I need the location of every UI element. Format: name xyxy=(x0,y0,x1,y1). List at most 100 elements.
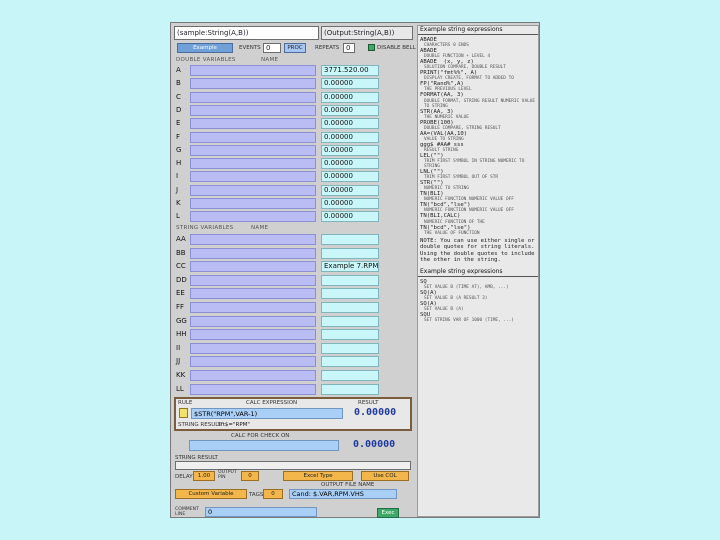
second-calc-label: CALC FOR CHECK ON xyxy=(231,433,290,439)
output-label: OUTPUT PIN xyxy=(218,470,237,480)
tags-label: TAGS xyxy=(249,492,264,498)
exec-button[interactable]: Exec xyxy=(377,508,399,518)
double-row-letter: I xyxy=(176,172,179,181)
double-row-name-field[interactable] xyxy=(190,78,316,90)
tags-field[interactable]: 0 xyxy=(263,489,283,499)
string-row-name-field[interactable] xyxy=(190,370,316,381)
mode2-select[interactable]: Use COL xyxy=(361,471,409,481)
double-row-letter: C xyxy=(176,92,181,101)
double-row-value-field[interactable]: 0.00000 xyxy=(321,158,379,170)
string-row-value-field[interactable] xyxy=(321,288,379,300)
double-row-value-field[interactable]: 0.00000 xyxy=(321,118,379,130)
comment-field[interactable]: 0 xyxy=(205,507,317,517)
string-row-value-field[interactable] xyxy=(321,342,379,354)
string-row-name-field[interactable] xyxy=(190,288,316,300)
string-row-name-field[interactable] xyxy=(190,274,316,286)
string-row-name-field[interactable] xyxy=(190,261,316,273)
string-row-letter: BB xyxy=(176,248,186,257)
result-label: RESULT xyxy=(358,400,379,406)
string-row-value-field[interactable] xyxy=(321,234,379,245)
string-row-name-field[interactable] xyxy=(190,234,316,245)
double-row-letter: H xyxy=(176,159,182,168)
string-row-letter: LL xyxy=(176,384,184,393)
string-row-value-field[interactable]: Example 7.RPM xyxy=(321,261,379,273)
double-row-value-field[interactable]: 0.00000 xyxy=(321,91,379,103)
double-row-value-field[interactable]: 0.00000 xyxy=(321,198,379,209)
double-row-name-field[interactable] xyxy=(190,144,316,156)
double-section-header: DOUBLE VARIABLES xyxy=(176,57,236,63)
string-row-letter: FF xyxy=(176,303,185,311)
string-row-value-field[interactable] xyxy=(321,247,379,259)
help-description: THE VALUE OF FUNCTION xyxy=(424,230,480,236)
output-file-field[interactable]: Cand: $.VAR,RPM.VHS xyxy=(289,489,397,499)
double-row-value-field[interactable]: 3771.520.00 xyxy=(321,65,379,76)
string-row-name-field[interactable] xyxy=(190,383,316,395)
rule-checkbox[interactable] xyxy=(179,408,188,418)
rule-label: RULE xyxy=(178,400,193,406)
string-section-header: STRING VARIABLES xyxy=(176,225,234,231)
double-row-name-field[interactable] xyxy=(190,158,316,170)
string-row-name-field[interactable] xyxy=(190,356,316,368)
driver-select[interactable]: Custom Variable xyxy=(175,489,247,499)
disable-checkbox[interactable] xyxy=(368,44,375,51)
help-panel: Example string expressions ABADE CHARACTE… xyxy=(417,25,539,517)
double-row-value-field[interactable]: 0.00000 xyxy=(321,184,379,196)
help-header: Example string expressions xyxy=(418,26,538,35)
string-row-name-field[interactable] xyxy=(190,342,316,354)
double-row-name-field[interactable] xyxy=(190,184,316,196)
double-row-name-field[interactable] xyxy=(190,131,316,143)
double-row-name-field[interactable] xyxy=(190,198,316,209)
string-row-value-field[interactable] xyxy=(321,356,379,368)
delay-field[interactable]: 1.00 xyxy=(193,471,215,481)
main-window: (sample:String(A,B)) (Output:String(A,B)… xyxy=(170,22,540,518)
string-row-value-field[interactable] xyxy=(321,315,379,327)
events-field[interactable]: 0 xyxy=(263,43,281,53)
repeats-field[interactable]: 0 xyxy=(343,43,355,53)
double-row-value-field[interactable]: 0.00000 xyxy=(321,171,379,183)
string-row-letter: AA xyxy=(176,235,186,243)
double-row-value-field[interactable]: 0.00000 xyxy=(321,144,379,156)
string-row-name-field[interactable] xyxy=(190,302,316,313)
output-field[interactable]: 0 xyxy=(241,471,259,481)
output-file-label: OUTPUT FILE NAME xyxy=(321,482,375,488)
string-result-value: sft$="RPM" xyxy=(218,422,250,428)
double-row-name-field[interactable] xyxy=(190,211,316,223)
double-row-name-field[interactable] xyxy=(190,118,316,130)
double-row-letter: A xyxy=(176,66,181,74)
title-field[interactable]: (sample:String(A,B)) xyxy=(174,26,319,40)
title-right-field: (Output:String(A,B)) xyxy=(321,26,413,40)
mode1-select[interactable]: Excel Type xyxy=(283,471,353,481)
second-calc-field[interactable] xyxy=(189,440,339,451)
string-row-letter: HH xyxy=(176,330,187,339)
string-row-letter: JJ xyxy=(176,357,181,366)
double-row-value-field[interactable]: 0.00000 xyxy=(321,131,379,143)
string-row-name-field[interactable] xyxy=(190,247,316,259)
proc-button[interactable]: PROC xyxy=(284,43,306,53)
double-row-name-field[interactable] xyxy=(190,171,316,183)
string-row-value-field[interactable] xyxy=(321,274,379,286)
double-row-letter: F xyxy=(176,132,181,141)
help-description: DOUBLE FORMAT, STRING RESULT NUMERIC VAL… xyxy=(424,98,536,109)
string-row-name-field[interactable] xyxy=(190,329,316,341)
delay-label: DELAY xyxy=(175,474,193,480)
double-row-name-field[interactable] xyxy=(190,91,316,103)
string-row-value-field[interactable] xyxy=(321,383,379,395)
double-row-letter: L xyxy=(176,212,180,221)
help-header-2: Example string expressions xyxy=(418,268,538,277)
calc-result: 0.00000 xyxy=(354,407,397,418)
double-row-name-field[interactable] xyxy=(190,104,316,116)
string-row-value-field[interactable] xyxy=(321,302,379,313)
string-row-letter: KK xyxy=(176,371,186,379)
double-name-header: NAME xyxy=(261,57,279,63)
double-row-letter: K xyxy=(176,199,181,207)
double-row-name-field[interactable] xyxy=(190,65,316,76)
string-row-name-field[interactable] xyxy=(190,315,316,327)
string-row-value-field[interactable] xyxy=(321,329,379,341)
calc-box: RULE CALC EXPRESSION RESULT $STR("RPM",V… xyxy=(174,397,412,431)
double-row-value-field[interactable]: 0.00000 xyxy=(321,104,379,116)
calc-expression-field[interactable]: $STR("RPM",VAR-1) xyxy=(191,408,343,419)
mode-select[interactable]: Example xyxy=(177,43,233,53)
double-row-value-field[interactable]: 0.00000 xyxy=(321,211,379,223)
double-row-value-field[interactable]: 0.00000 xyxy=(321,78,379,90)
string-row-value-field[interactable] xyxy=(321,370,379,381)
